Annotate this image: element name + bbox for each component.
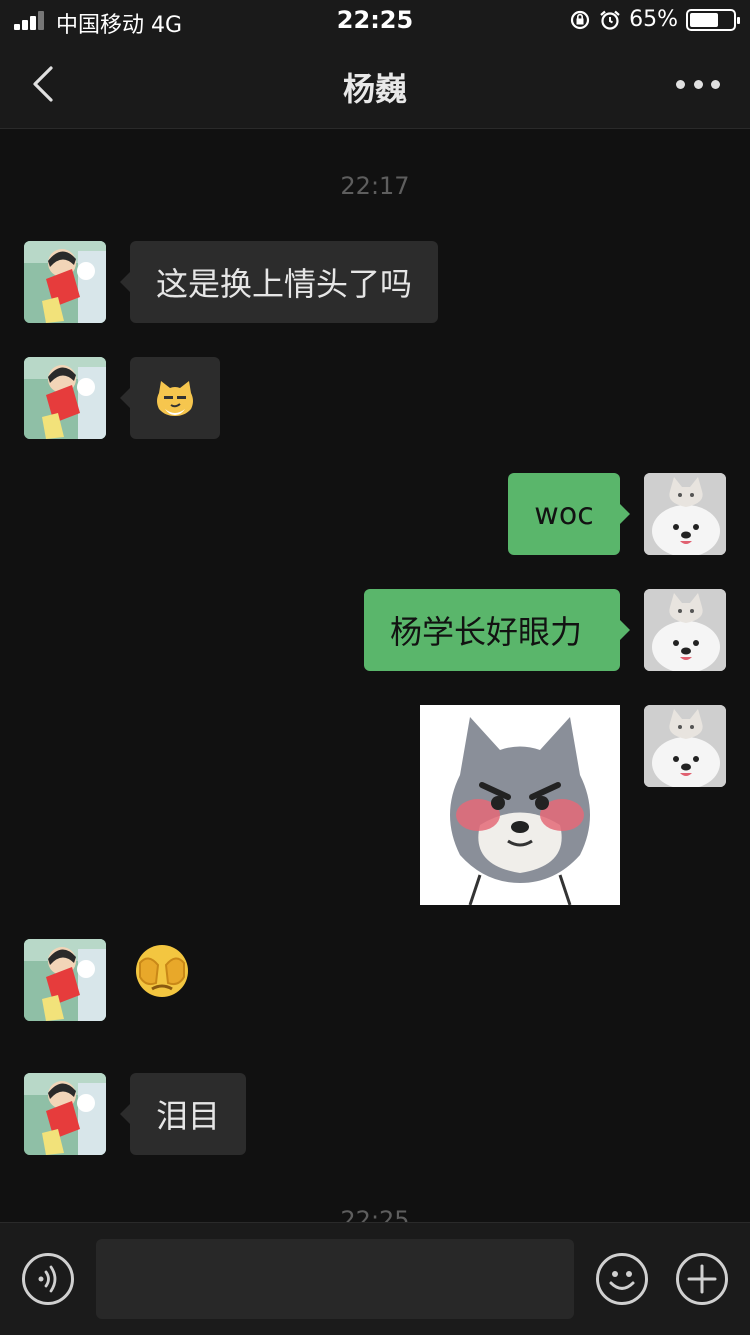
message-text: 泪目 — [156, 1097, 221, 1135]
chat-title: 杨巍 — [342, 70, 407, 108]
chat-timestamp: 22:17 — [340, 172, 410, 200]
message-bubble[interactable] — [120, 357, 220, 439]
contact-avatar[interactable] — [24, 241, 106, 323]
my-avatar[interactable] — [644, 473, 726, 555]
battery-icon — [686, 8, 740, 31]
my-avatar[interactable] — [644, 589, 726, 671]
covering-face-emoji[interactable] — [134, 943, 190, 999]
status-bar: 中国移动 4G 22:25 65% — [0, 0, 750, 40]
alarm-icon — [599, 9, 621, 31]
chat-header: 杨巍 — [0, 40, 750, 129]
blushing-shiba-sticker[interactable] — [420, 705, 620, 905]
smirking-cat-emoji — [155, 379, 195, 417]
message-text: 杨学长好眼力 — [390, 613, 583, 651]
message-bubble[interactable]: woc — [508, 473, 630, 555]
input-bar — [0, 1222, 750, 1335]
battery-percent: 65% — [629, 7, 678, 32]
contact-avatar[interactable] — [24, 357, 106, 439]
message-bubble[interactable]: 泪目 — [119, 1073, 247, 1155]
voice-icon[interactable] — [22, 1253, 74, 1305]
my-avatar[interactable] — [644, 705, 726, 787]
message-input[interactable] — [96, 1239, 574, 1319]
contact-avatar[interactable] — [24, 1073, 106, 1155]
message-text: woc — [534, 496, 594, 532]
more-dots-icon[interactable] — [676, 70, 720, 98]
message-bubble[interactable]: 这是换上情头了吗 — [119, 241, 439, 323]
message-text: 这是换上情头了吗 — [156, 265, 413, 303]
message-bubble[interactable]: 杨学长好眼力 — [364, 589, 630, 671]
contact-avatar[interactable] — [24, 939, 106, 1021]
smiley-icon[interactable] — [596, 1253, 648, 1305]
plus-icon[interactable] — [676, 1253, 728, 1305]
orientation-lock-icon — [569, 9, 591, 31]
